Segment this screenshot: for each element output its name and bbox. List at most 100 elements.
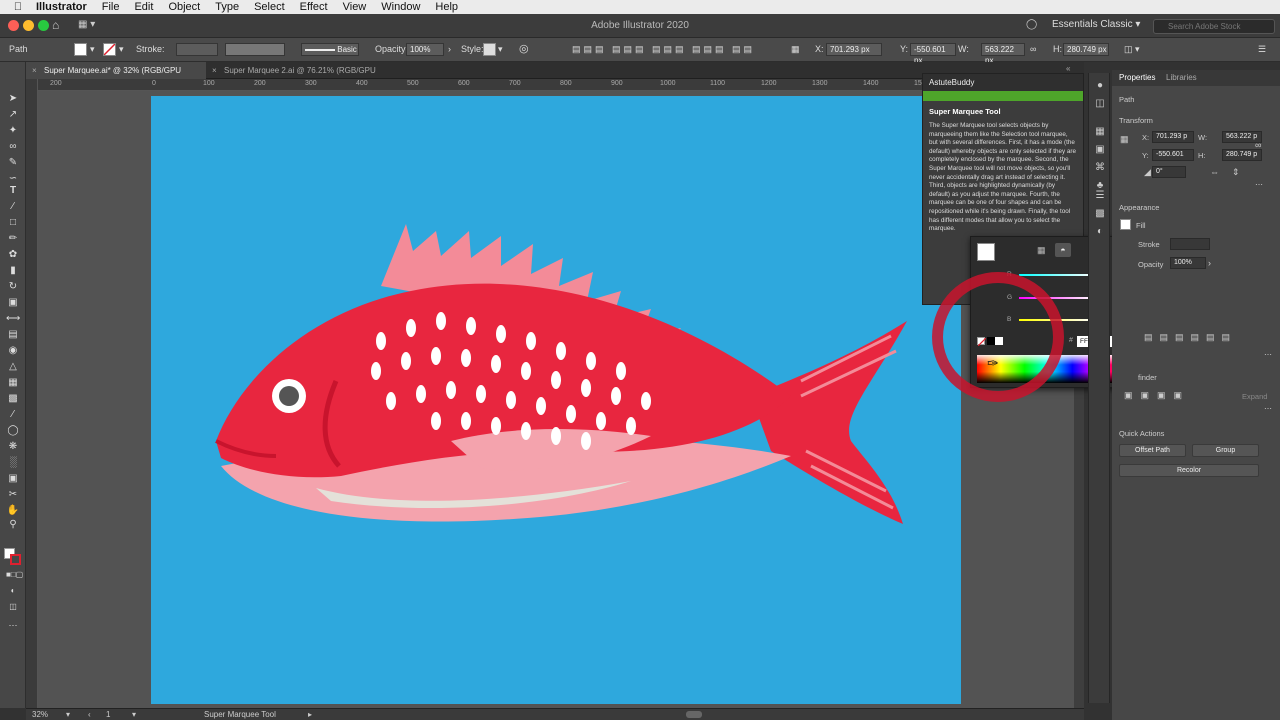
expand-button[interactable]: Expand bbox=[1242, 392, 1267, 401]
layers-panel-icon[interactable]: ▦ bbox=[1093, 125, 1107, 139]
rectangle-tool-icon[interactable]: □ bbox=[6, 216, 20, 230]
recolor-button[interactable]: Recolor bbox=[1119, 464, 1259, 477]
offset-path-button[interactable]: Offset Path bbox=[1119, 444, 1186, 457]
rotation-field[interactable]: 0° bbox=[1152, 166, 1186, 178]
lasso-icon[interactable]: ∞ bbox=[6, 140, 20, 154]
stroke-weight-field[interactable] bbox=[176, 43, 218, 56]
more-options-icon[interactable]: ⋯ bbox=[1264, 350, 1272, 359]
transform-options-icon[interactable]: ◫ ▾ bbox=[1124, 44, 1140, 55]
chevron-down-icon[interactable]: ▾ bbox=[90, 44, 95, 55]
fill-swatch[interactable] bbox=[1120, 219, 1131, 230]
transform-reference-icon[interactable]: ▦ bbox=[791, 44, 800, 55]
current-color-swatch[interactable] bbox=[977, 243, 995, 261]
align-buttons-icon[interactable]: ▤▤▤▤▤▤ bbox=[1144, 332, 1237, 343]
white-color-icon[interactable] bbox=[995, 337, 1003, 345]
menu-help[interactable]: Help bbox=[435, 1, 458, 13]
green-slider[interactable] bbox=[1019, 297, 1093, 299]
menu-edit[interactable]: Edit bbox=[134, 1, 153, 13]
chevron-right-icon[interactable]: ▸ bbox=[308, 710, 312, 719]
fill-swatch[interactable] bbox=[74, 43, 87, 56]
group-button[interactable]: Group bbox=[1192, 444, 1259, 457]
graphic-style-swatch[interactable] bbox=[483, 43, 496, 56]
line-tool-icon[interactable]: ∕ bbox=[6, 200, 20, 214]
zoom-tool-icon[interactable]: ⚲ bbox=[6, 518, 20, 532]
x-field[interactable]: 701.293 p bbox=[1152, 131, 1194, 143]
stock-search-input[interactable]: Search Adobe Stock bbox=[1153, 19, 1275, 34]
slice-tool-icon[interactable]: ✂ bbox=[6, 488, 20, 502]
color-panel-icon[interactable]: ● bbox=[1093, 79, 1107, 93]
drawing-modes-icon[interactable]: ◐ bbox=[6, 584, 20, 598]
horizontal-scroll-thumb[interactable] bbox=[686, 711, 702, 718]
workspace-switcher[interactable]: Essentials Classic ▾ bbox=[1052, 19, 1140, 30]
stroke-color-box[interactable] bbox=[10, 554, 21, 565]
menu-window[interactable]: Window bbox=[381, 1, 420, 13]
pen-tool-icon[interactable]: ✎ bbox=[6, 156, 20, 170]
flip-vertical-icon[interactable]: ⇕ bbox=[1232, 167, 1240, 178]
chevron-down-icon[interactable]: ▾ bbox=[66, 710, 70, 719]
selection-tool-icon[interactable]: ➤ bbox=[6, 92, 20, 106]
color-mixer-icon[interactable]: ◓ bbox=[1055, 243, 1071, 257]
libraries-panel-icon[interactable]: ▣ bbox=[1093, 143, 1107, 157]
eraser-icon[interactable]: ▮ bbox=[6, 264, 20, 278]
type-tool-icon[interactable]: T bbox=[6, 184, 20, 198]
panel-collapse-icon[interactable]: « bbox=[1066, 64, 1070, 73]
tab-libraries[interactable]: Libraries bbox=[1166, 70, 1197, 86]
artboard-tool-icon[interactable]: ▣ bbox=[6, 472, 20, 486]
rotate-tool-icon[interactable]: ↻ bbox=[6, 280, 20, 294]
h-field[interactable]: 280.749 px bbox=[1063, 43, 1109, 56]
reference-point-icon[interactable]: ▦ bbox=[1120, 134, 1129, 145]
apple-icon[interactable]:  bbox=[0, 1, 36, 13]
zoom-level[interactable]: 32% bbox=[32, 710, 48, 719]
close-tab-icon[interactable]: × bbox=[32, 62, 37, 79]
black-color-icon[interactable] bbox=[987, 337, 995, 345]
artboard[interactable] bbox=[151, 96, 961, 704]
chevron-right-icon[interactable]: › bbox=[448, 44, 451, 54]
perspective-grid-icon[interactable]: △ bbox=[6, 360, 20, 374]
artboard-number[interactable]: 1 bbox=[106, 710, 110, 719]
width-tool-icon[interactable]: ⟷ bbox=[6, 312, 20, 326]
tab-properties[interactable]: Properties bbox=[1119, 70, 1155, 86]
shaper-tool-icon[interactable]: ✿ bbox=[6, 248, 20, 262]
constrain-link-icon[interactable]: ∞ bbox=[1030, 44, 1036, 54]
stroke-panel-icon[interactable]: ☰ bbox=[1093, 189, 1107, 203]
variable-width-profile[interactable] bbox=[225, 43, 285, 56]
h-field[interactable]: 280.749 p bbox=[1222, 149, 1262, 161]
y-field[interactable]: -550.601 bbox=[1152, 149, 1194, 161]
blue-slider[interactable] bbox=[1019, 319, 1093, 321]
more-options-icon[interactable]: ⋯ bbox=[1255, 180, 1263, 189]
eyedropper-icon[interactable]: ⁄ bbox=[6, 408, 20, 422]
y-field[interactable]: -550.601 px bbox=[910, 43, 956, 65]
artboard-nav-prev[interactable]: ‹ bbox=[88, 710, 91, 719]
red-slider[interactable] bbox=[1019, 274, 1093, 276]
chevron-down-icon[interactable]: ▾ bbox=[498, 44, 503, 55]
recolor-artwork-icon[interactable]: ◎ bbox=[519, 42, 529, 55]
current-tool-status[interactable]: Super Marquee Tool bbox=[204, 710, 276, 719]
menu-object[interactable]: Object bbox=[168, 1, 200, 13]
paintbrush-icon[interactable]: ✏ bbox=[6, 232, 20, 246]
scale-tool-icon[interactable]: ▣ bbox=[6, 296, 20, 310]
menu-select[interactable]: Select bbox=[254, 1, 285, 13]
close-tab-icon[interactable]: × bbox=[212, 62, 217, 79]
chevron-right-icon[interactable]: › bbox=[1208, 258, 1211, 268]
stroke-none-swatch[interactable] bbox=[103, 43, 116, 56]
tab-super-marquee[interactable]: ×Super Marquee.ai* @ 32% (RGB/GPU Previe… bbox=[26, 62, 206, 92]
chevron-down-icon[interactable]: ▾ bbox=[119, 44, 124, 55]
menu-file[interactable]: File bbox=[102, 1, 120, 13]
direct-selection-tool-icon[interactable]: ↗ bbox=[6, 108, 20, 122]
opacity-field[interactable]: 100% bbox=[406, 43, 444, 56]
gradient-tool-icon[interactable]: ▩ bbox=[6, 392, 20, 406]
more-options-icon[interactable]: ⋯ bbox=[1264, 404, 1272, 413]
brush-definition[interactable]: Basic bbox=[301, 43, 359, 56]
align-buttons-icon[interactable]: ▤▤▤ ▤▤▤ ▤▤▤ ▤▤▤ ▤▤ bbox=[572, 44, 755, 55]
shape-builder-icon[interactable]: ◉ bbox=[6, 344, 20, 358]
lightbulb-icon[interactable]: ◯ bbox=[1026, 19, 1037, 30]
w-field[interactable]: 563.222 px bbox=[981, 43, 1025, 65]
chevron-down-icon[interactable]: ▾ bbox=[132, 710, 136, 719]
swatches-panel-icon[interactable]: ◫ bbox=[1093, 97, 1107, 111]
color-mode-icons[interactable]: ■□▢ bbox=[6, 568, 23, 582]
hand-tool-icon[interactable]: ✋ bbox=[6, 504, 20, 518]
blend-tool-icon[interactable]: ◯ bbox=[6, 424, 20, 438]
none-color-icon[interactable] bbox=[977, 337, 986, 346]
brushes-panel-icon[interactable]: ⌘ bbox=[1093, 161, 1107, 175]
free-transform-icon[interactable]: ▤ bbox=[6, 328, 20, 342]
